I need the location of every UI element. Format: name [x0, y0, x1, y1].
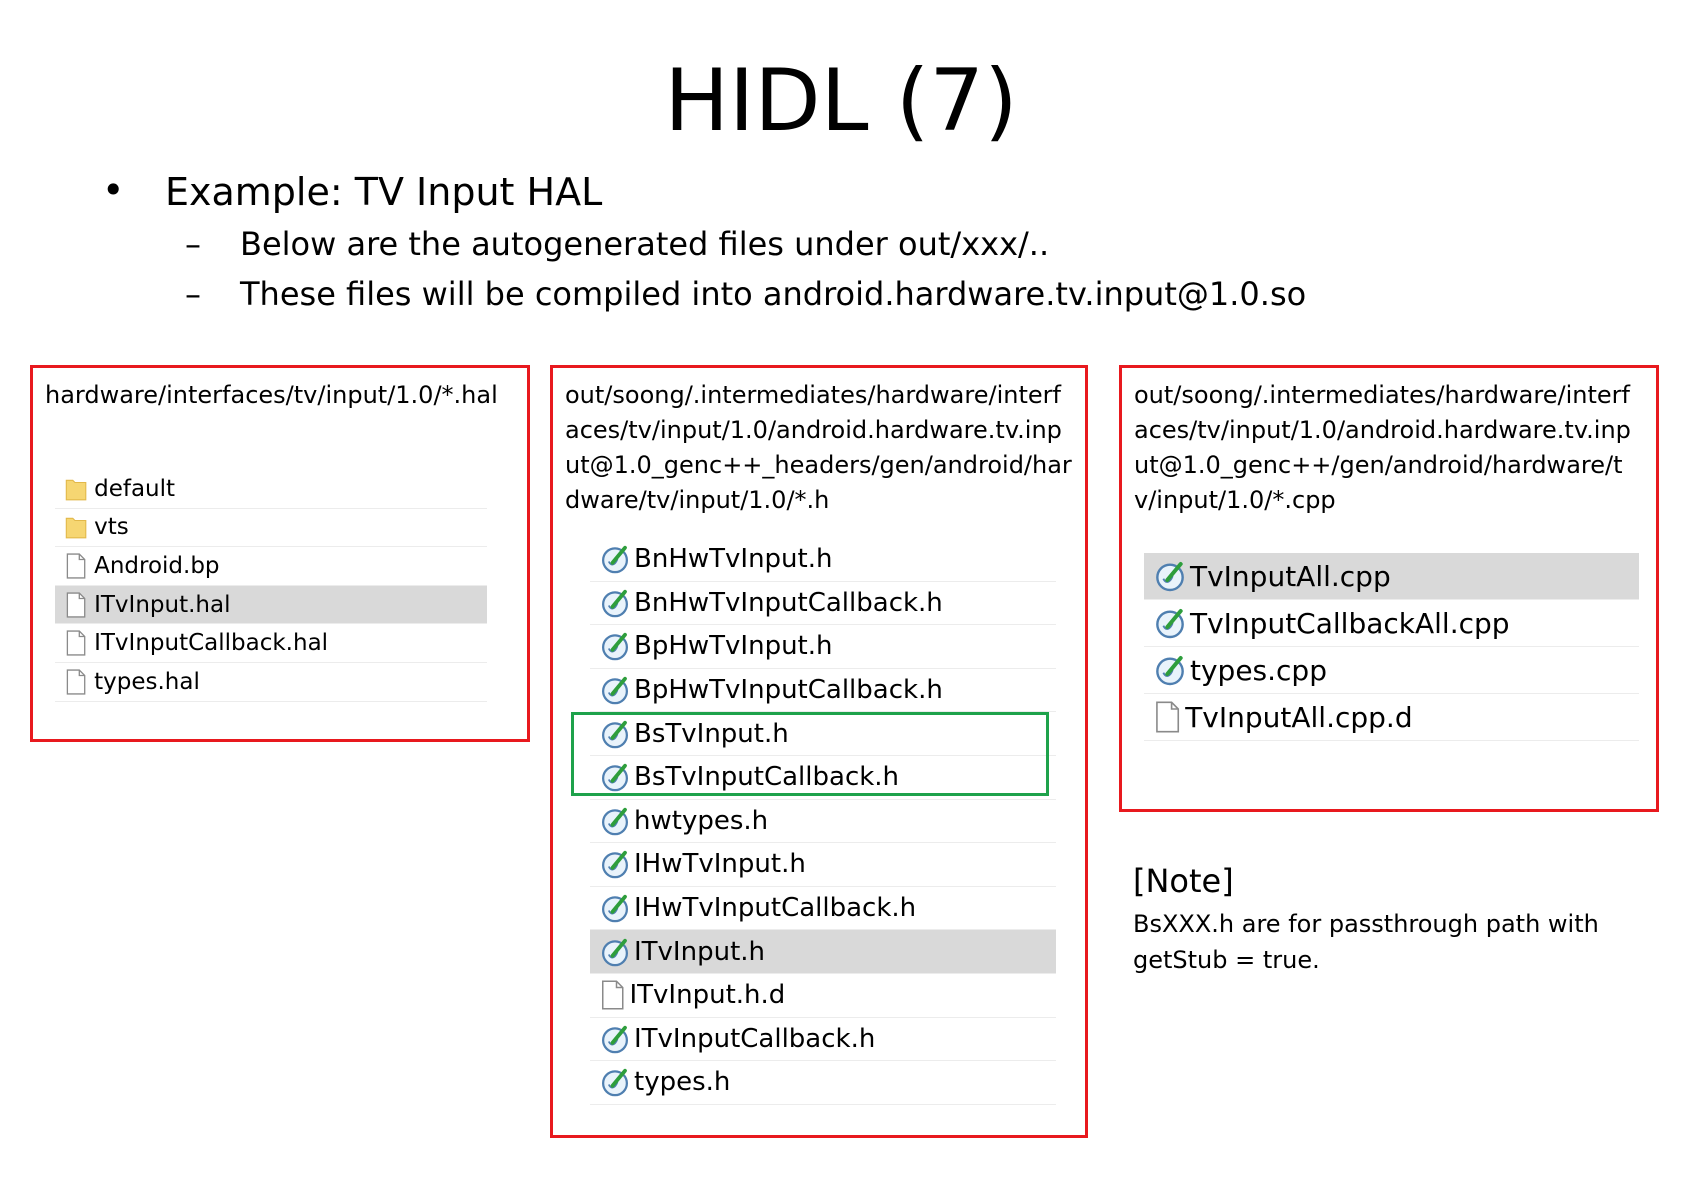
file-row[interactable]: vts	[55, 509, 487, 548]
file-row[interactable]: ITvInput.h	[590, 930, 1056, 974]
file-row[interactable]: types.hal	[55, 663, 487, 702]
file-row[interactable]: Android.bp	[55, 547, 487, 586]
file-name: BsTvInputCallback.h	[634, 762, 900, 793]
file-row[interactable]: BsTvInputCallback.h	[590, 756, 1056, 800]
source-file-icon	[600, 544, 630, 574]
file-icon	[65, 630, 87, 656]
file-row[interactable]: TvInputAll.cpp	[1144, 553, 1639, 600]
file-name: types.cpp	[1190, 653, 1327, 687]
file-icon	[600, 980, 626, 1010]
hal-files-panel: hardware/interfaces/tv/input/1.0/*.hal d…	[30, 365, 530, 742]
file-name: ITvInput.h.d	[629, 980, 786, 1011]
note-body: BsXXX.h are for passthrough path with ge…	[1133, 910, 1599, 974]
file-row[interactable]: BsTvInput.h	[590, 712, 1056, 756]
file-name: default	[94, 475, 176, 502]
file-row[interactable]: default	[55, 470, 487, 509]
source-file-icon	[600, 762, 630, 792]
folder-icon	[65, 476, 87, 502]
file-icon	[1154, 701, 1181, 733]
sub-bullet-marker: –	[185, 225, 201, 263]
file-name: hwtypes.h	[634, 805, 769, 836]
file-list: default vts Android.bp ITvInput.hal ITvInput…	[55, 470, 487, 702]
file-name: BnHwTvInput.h	[634, 544, 833, 575]
source-file-icon	[1154, 560, 1186, 592]
source-file-icon	[600, 806, 630, 836]
file-row[interactable]: types.cpp	[1144, 647, 1639, 694]
file-row[interactable]: TvInputCallbackAll.cpp	[1144, 600, 1639, 647]
file-row[interactable]: hwtypes.h	[590, 800, 1056, 844]
source-file-icon	[1154, 607, 1186, 639]
file-list: TvInputAll.cpp TvInputCallbackAll.cpp type…	[1144, 553, 1639, 741]
file-row[interactable]: BnHwTvInputCallback.h	[590, 582, 1056, 626]
file-name: BpHwTvInputCallback.h	[634, 675, 943, 706]
file-icon	[65, 553, 87, 579]
folder-icon	[65, 514, 87, 540]
file-name: ITvInputCallback.h	[634, 1023, 876, 1054]
file-name: ITvInputCallback.hal	[94, 630, 329, 657]
source-file-icon	[600, 1024, 630, 1054]
file-row[interactable]: BpHwTvInput.h	[590, 625, 1056, 669]
slide-title: HIDL (7)	[664, 51, 1018, 151]
source-file-icon	[600, 631, 630, 661]
file-name: ITvInput.hal	[94, 591, 231, 618]
file-row[interactable]: TvInputAll.cpp.d	[1144, 694, 1639, 741]
file-name: TvInputAll.cpp.d	[1185, 700, 1413, 734]
sub-bullet-text: These files will be compiled into androi…	[240, 275, 1307, 313]
file-row[interactable]: ITvInputCallback.h	[590, 1018, 1056, 1062]
file-name: types.hal	[94, 668, 200, 695]
bullet-text: Example: TV Input HAL	[165, 170, 603, 214]
cpp-files-panel: out/soong/.intermediates/hardware/interf…	[1119, 365, 1659, 812]
source-file-icon	[600, 588, 630, 618]
source-file-icon	[600, 675, 630, 705]
file-row[interactable]: BpHwTvInputCallback.h	[590, 669, 1056, 713]
file-name: vts	[94, 514, 129, 541]
file-name: ITvInput.h	[634, 936, 766, 967]
source-file-icon	[1154, 654, 1186, 686]
file-name: BsTvInput.h	[634, 718, 789, 749]
panel-path: out/soong/.intermediates/hardware/interf…	[565, 381, 1072, 514]
file-row[interactable]: types.h	[590, 1061, 1056, 1105]
sub-bullet-text: Below are the autogenerated files under …	[240, 225, 1050, 263]
panel-path: out/soong/.intermediates/hardware/interf…	[1134, 381, 1631, 514]
file-name: IHwTvInput.h	[634, 849, 806, 880]
file-row[interactable]: BnHwTvInput.h	[590, 538, 1056, 582]
file-name: BnHwTvInputCallback.h	[634, 587, 943, 618]
file-name: TvInputCallbackAll.cpp	[1190, 606, 1510, 640]
file-name: BpHwTvInput.h	[634, 631, 833, 662]
source-file-icon	[600, 1067, 630, 1097]
file-row[interactable]: IHwTvInputCallback.h	[590, 887, 1056, 931]
file-name: IHwTvInputCallback.h	[634, 893, 917, 924]
file-row[interactable]: ITvInput.h.d	[590, 974, 1056, 1018]
file-list: BnHwTvInput.h BnHwTvInputCallback.h BpHwTv…	[590, 538, 1056, 1105]
file-name: TvInputAll.cpp	[1190, 559, 1391, 593]
header-files-panel: out/soong/.intermediates/hardware/interf…	[550, 365, 1088, 1138]
sub-bullet-marker: –	[185, 275, 201, 313]
file-icon	[65, 669, 87, 695]
file-row[interactable]: ITvInputCallback.hal	[55, 624, 487, 663]
file-row[interactable]: IHwTvInput.h	[590, 843, 1056, 887]
file-icon	[65, 592, 87, 618]
source-file-icon	[600, 893, 630, 923]
panel-path: hardware/interfaces/tv/input/1.0/*.hal	[45, 381, 498, 409]
source-file-icon	[600, 719, 630, 749]
file-name: Android.bp	[94, 552, 220, 579]
bullet-marker: •	[102, 168, 125, 212]
file-row[interactable]: ITvInput.hal	[55, 585, 487, 625]
note-heading: [Note]	[1133, 862, 1234, 900]
source-file-icon	[600, 937, 630, 967]
source-file-icon	[600, 849, 630, 879]
file-name: types.h	[634, 1067, 731, 1098]
